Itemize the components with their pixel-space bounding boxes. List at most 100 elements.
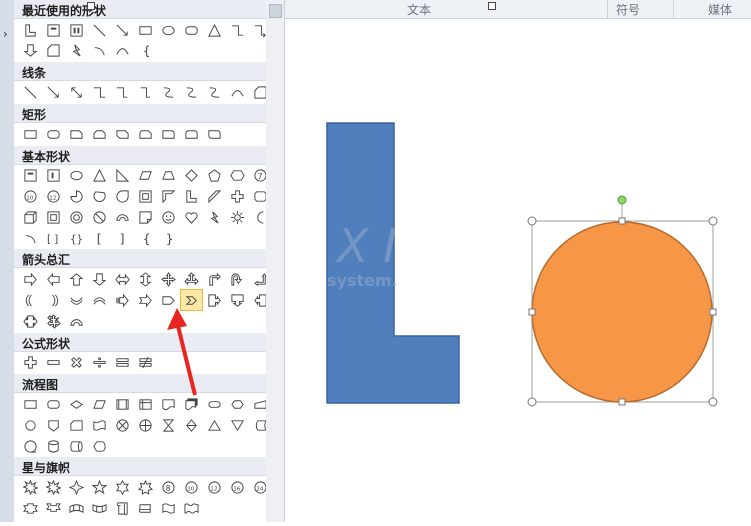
curved-right-arrow-icon[interactable]	[20, 290, 41, 310]
elbow-connector-icon[interactable]	[89, 82, 110, 102]
star-8-point-icon[interactable]: 8	[158, 477, 179, 497]
left-right-up-arrow-icon[interactable]	[181, 269, 202, 289]
wave-icon[interactable]	[158, 498, 179, 518]
plaque-icon[interactable]	[250, 186, 266, 206]
plus-icon[interactable]	[20, 352, 41, 372]
cube-icon[interactable]	[20, 207, 41, 227]
equal-icon[interactable]	[112, 352, 133, 372]
lightning-icon[interactable]	[66, 40, 87, 60]
tab-media[interactable]: 媒体	[708, 1, 732, 18]
lightning-bolt-icon[interactable]	[204, 207, 225, 227]
resize-handle[interactable]	[87, 2, 95, 10]
round-diagonal-rect-icon[interactable]	[204, 124, 225, 144]
chord-icon[interactable]	[89, 186, 110, 206]
flowchart-or-icon[interactable]	[135, 415, 156, 435]
rounded-rect-icon[interactable]	[43, 124, 64, 144]
u-turn-arrow-icon[interactable]	[227, 269, 248, 289]
up-arrow-icon[interactable]	[66, 269, 87, 289]
explosion-2-icon[interactable]	[43, 477, 64, 497]
quad-arrow-icon[interactable]	[158, 269, 179, 289]
curved-left-arrow-icon[interactable]	[43, 290, 64, 310]
oval-icon[interactable]	[66, 165, 87, 185]
heptagon-icon[interactable]: 7	[250, 165, 266, 185]
resize-handle[interactable]	[527, 216, 537, 226]
flowchart-summing-junction-icon[interactable]	[112, 415, 133, 435]
star-6-point-icon[interactable]	[112, 477, 133, 497]
curve-icon[interactable]	[227, 82, 248, 102]
curved-double-arrow-connector-icon[interactable]	[204, 82, 225, 102]
rectangle-icon[interactable]	[135, 20, 156, 40]
left-arrow-callout-icon[interactable]	[250, 290, 266, 310]
star-10-point-icon[interactable]: 10	[181, 477, 202, 497]
resize-handle[interactable]	[527, 397, 537, 407]
snip-corner-rect-icon[interactable]	[66, 124, 87, 144]
pentagon-icon[interactable]	[204, 165, 225, 185]
tab-symbols[interactable]: 符号	[616, 1, 640, 18]
flowchart-manual-input-icon[interactable]	[250, 394, 266, 414]
bent-arrow-icon[interactable]	[204, 269, 225, 289]
up-ribbon-icon[interactable]	[20, 498, 41, 518]
star-12-point-icon[interactable]: 12	[204, 477, 225, 497]
arc-icon[interactable]	[20, 228, 41, 248]
curved-down-ribbon-icon[interactable]	[89, 498, 110, 518]
cross-icon[interactable]	[227, 186, 248, 206]
flowchart-punched-tape-icon[interactable]	[89, 415, 110, 435]
vertical-textbox-icon[interactable]	[66, 20, 87, 40]
flowchart-merge-icon[interactable]	[227, 415, 248, 435]
curved-down-arrow-icon[interactable]	[89, 290, 110, 310]
resize-handle[interactable]	[618, 398, 626, 406]
left-brace-icon[interactable]: {	[135, 40, 156, 60]
right-brace-icon[interactable]: }	[158, 228, 179, 248]
dodecagon-icon[interactable]: 12	[43, 186, 64, 206]
right-bracket-icon[interactable]: ]	[112, 228, 133, 248]
left-right-arrow-callout-icon[interactable]	[20, 311, 41, 331]
flowchart-display-icon[interactable]	[89, 436, 110, 456]
division-icon[interactable]	[89, 352, 110, 372]
resize-handle[interactable]	[708, 397, 718, 407]
star-4-point-icon[interactable]	[66, 477, 87, 497]
line-icon[interactable]	[89, 20, 110, 40]
minus-icon[interactable]	[43, 352, 64, 372]
scroll-up-arrow-icon[interactable]	[269, 4, 282, 18]
double-bracket-icon[interactable]: [ ]	[43, 228, 64, 248]
textbox-icon[interactable]	[43, 20, 64, 40]
bevel-icon[interactable]	[43, 207, 64, 227]
left-right-arrow-icon[interactable]	[112, 269, 133, 289]
snip-round-rect-icon[interactable]	[135, 124, 156, 144]
oval-icon[interactable]	[158, 20, 179, 40]
moon-icon[interactable]	[250, 207, 266, 227]
down-arrow-icon[interactable]	[89, 269, 110, 289]
flowchart-data-icon[interactable]	[89, 394, 110, 414]
curved-arrow-connector-icon[interactable]	[181, 82, 202, 102]
double-brace-icon[interactable]: {}	[66, 228, 87, 248]
triangle-icon[interactable]	[89, 165, 110, 185]
flowchart-sort-icon[interactable]	[181, 415, 202, 435]
not-equal-icon[interactable]	[135, 352, 156, 372]
curved-up-arrow-icon[interactable]	[66, 290, 87, 310]
snip-diagonal-rect-icon[interactable]	[112, 124, 133, 144]
textbox-icon[interactable]	[20, 165, 41, 185]
resize-handle[interactable]	[618, 217, 626, 225]
striped-right-arrow-icon[interactable]	[112, 290, 133, 310]
horizontal-scroll-icon[interactable]	[135, 498, 156, 518]
no-symbol-icon[interactable]	[89, 207, 110, 227]
round-same-side-rect-icon[interactable]	[181, 124, 202, 144]
resize-handle[interactable]	[488, 2, 496, 10]
trapezoid-icon[interactable]	[158, 165, 179, 185]
flowchart-magnetic-disk-icon[interactable]	[43, 436, 64, 456]
tab-text[interactable]: 文本	[407, 1, 431, 18]
rotation-handle[interactable]	[617, 195, 627, 205]
rounded-rect-icon[interactable]	[181, 20, 202, 40]
frame-icon[interactable]	[135, 186, 156, 206]
double-wave-icon[interactable]	[181, 498, 202, 518]
l-shape-icon[interactable]	[20, 20, 41, 40]
l-shape-icon[interactable]	[181, 186, 202, 206]
elbow-double-arrow-connector-icon[interactable]	[135, 82, 156, 102]
left-bracket-icon[interactable]: [	[89, 228, 110, 248]
triangle-icon[interactable]	[204, 20, 225, 40]
flowchart-alternate-process-icon[interactable]	[43, 394, 64, 414]
folded-corner-icon[interactable]	[135, 207, 156, 227]
freeform-icon[interactable]	[250, 82, 266, 102]
line-icon[interactable]	[20, 82, 41, 102]
elbow-arrow-connector-icon[interactable]	[250, 20, 266, 40]
